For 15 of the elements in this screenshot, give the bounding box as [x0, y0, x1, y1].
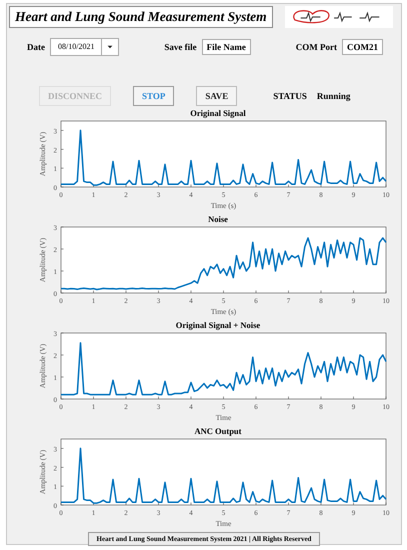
heartbeat-logo-icon	[285, 6, 393, 28]
chart-title: Original Signal	[190, 108, 246, 118]
date-dropdown[interactable]: 08/10/2021	[50, 38, 120, 56]
field-label: Save file	[164, 42, 197, 52]
chart-title: ANC Output	[194, 426, 242, 436]
status-value: Running	[316, 91, 350, 101]
app-title: Heart and Lung Sound Measurement System	[9, 6, 273, 28]
field-label: COM Port	[296, 42, 337, 52]
action-button[interactable]: SAVE	[196, 86, 238, 106]
chart-title: Original Signal + Noise	[176, 320, 260, 330]
status-label: STATUS	[273, 91, 307, 101]
field-label: Date	[27, 42, 45, 52]
chart-title: Noise	[208, 214, 228, 224]
text-field[interactable]: COM21	[342, 39, 383, 55]
text-field[interactable]: File Name	[202, 39, 251, 55]
